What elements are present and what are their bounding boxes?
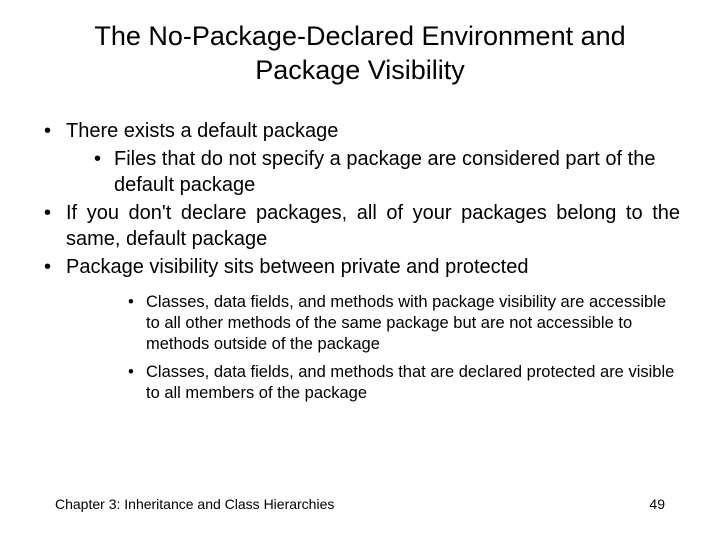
page-number: 49 (649, 496, 665, 512)
bullet-text: Package visibility sits between private … (66, 256, 528, 278)
list-item: If you don't declare packages, all of yo… (40, 200, 680, 252)
list-item: Package visibility sits between private … (40, 254, 680, 405)
bullet-text: If you don't declare packages, all of yo… (66, 202, 680, 250)
sub-list: Classes, data fields, and methods with p… (126, 292, 680, 405)
bullet-list: There exists a default package Files tha… (40, 118, 680, 405)
bullet-text: Classes, data fields, and methods that a… (146, 363, 674, 402)
list-item: Classes, data fields, and methods that a… (126, 362, 680, 405)
footer: Chapter 3: Inheritance and Class Hierarc… (55, 496, 665, 512)
bullet-text: Classes, data fields, and methods with p… (146, 293, 666, 354)
list-item: There exists a default package Files tha… (40, 118, 680, 198)
bullet-text: Files that do not specify a package are … (114, 148, 655, 196)
sub-list: Files that do not specify a package are … (92, 146, 680, 198)
list-item: Files that do not specify a package are … (92, 146, 680, 198)
chapter-label: Chapter 3: Inheritance and Class Hierarc… (55, 496, 334, 512)
slide-title: The No-Package-Declared Environment and … (40, 20, 680, 88)
bullet-text: There exists a default package (66, 120, 338, 142)
list-item: Classes, data fields, and methods with p… (126, 292, 680, 356)
